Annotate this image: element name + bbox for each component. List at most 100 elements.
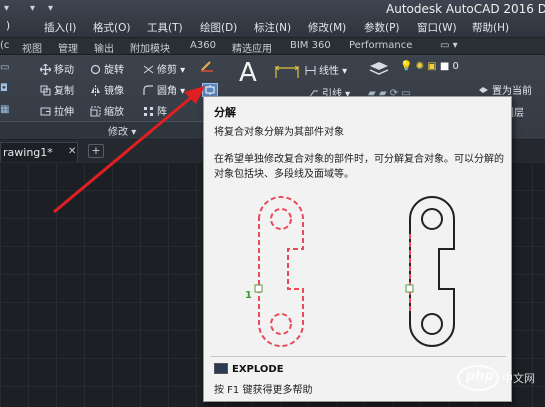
mirror-label: 镜像	[104, 86, 124, 97]
draw-tool-icon-2[interactable]: ◘	[0, 83, 8, 94]
layers-icon	[368, 62, 390, 81]
menu-item-format[interactable]: 格式(O)	[93, 20, 130, 35]
rotate-label: 旋转	[104, 65, 124, 76]
tooltip-illustration: 1	[214, 189, 504, 351]
stretch-label: 拉伸	[54, 107, 74, 118]
tooltip-title: 分解	[214, 106, 236, 119]
modify-panel-label[interactable]: 修改 ▾	[108, 123, 136, 138]
menu-item-insert[interactable]: 插入(I)	[44, 20, 76, 35]
rotate-tool[interactable]: 旋转	[90, 61, 124, 76]
array-tool[interactable]: 阵	[143, 103, 167, 118]
linear-icon	[305, 65, 316, 76]
set-current-icon	[478, 85, 489, 96]
color-swatch-icon: ■	[439, 61, 450, 72]
pencil-icon	[200, 60, 213, 72]
draw-tool-icon-1[interactable]: ▭	[0, 62, 9, 73]
menu-item-help[interactable]: 帮助(H)	[472, 20, 509, 35]
menu-item-truncated[interactable]: )	[6, 20, 10, 32]
tab-a360[interactable]: A360	[190, 40, 216, 51]
original-shape	[409, 196, 455, 347]
explode-button[interactable]	[202, 83, 218, 97]
tab-addins[interactable]: 附加模块	[130, 40, 170, 55]
new-tab-button[interactable]: +	[88, 144, 104, 158]
tab-truncated[interactable]: (c	[0, 40, 9, 51]
watermark: php 中文网	[456, 356, 540, 402]
stretch-tool[interactable]: 拉伸	[40, 103, 74, 118]
set-current-button[interactable]: 置为当前	[478, 82, 532, 97]
sun-icon: ✺	[415, 61, 425, 72]
chevron-down-icon: ▾	[131, 127, 137, 138]
plus-icon: +	[91, 144, 101, 157]
linear-dimension-dropdown[interactable]: 线性 ▾	[305, 62, 347, 77]
array-label: 阵	[157, 107, 167, 118]
ribbon-tabs: (c 视图 管理 输出 附加模块 A360 精选应用 BIM 360 Perfo…	[0, 38, 545, 55]
current-layer: 0	[452, 61, 459, 72]
modify-panel-bar	[0, 121, 210, 139]
menu-item-tools[interactable]: 工具(T)	[147, 20, 183, 35]
draw-tool-icon-3[interactable]: ▦	[0, 104, 9, 115]
menu-item-parametric[interactable]: 参数(P)	[364, 20, 400, 35]
tab-bim360[interactable]: BIM 360	[290, 40, 331, 51]
command-icon	[214, 363, 228, 374]
mirror-tool[interactable]: 镜像	[90, 82, 124, 97]
array-icon	[143, 106, 154, 117]
scale-tool[interactable]: 缩放	[90, 103, 124, 118]
quick-access-dropdown-3[interactable]: ▾	[48, 3, 53, 17]
lightbulb-icon: 💡	[400, 61, 413, 72]
tab-performance[interactable]: Performance	[349, 40, 412, 51]
tab-panel-toggle[interactable]: ▭ ▾	[440, 40, 458, 51]
fillet-icon	[143, 85, 154, 96]
tooltip-command: EXPLODE	[214, 363, 284, 375]
lock-icon: ▣	[427, 61, 437, 72]
autocad-window: { "window": { "title": "Autodesk AutoCAD…	[0, 0, 545, 407]
tab-featured-apps[interactable]: 精选应用	[232, 40, 272, 55]
text-tool-glyph: A	[239, 58, 257, 88]
move-label: 移动	[54, 65, 74, 76]
close-icon[interactable]: ✕	[68, 146, 76, 157]
scale-label: 缩放	[104, 107, 124, 118]
menu-item-dimension[interactable]: 标注(N)	[254, 20, 291, 35]
title-menu-bar: ▾ ▾ ▾ Autodesk AutoCAD 2016 Drawing1.dwg…	[0, 0, 545, 38]
menu-item-modify[interactable]: 修改(M)	[308, 20, 346, 35]
modify-panel-title: 修改	[108, 127, 128, 138]
fillet-tool[interactable]: 圆角 ▾	[143, 82, 185, 97]
quick-access-dropdown-1[interactable]: ▾	[4, 3, 9, 17]
watermark-text: php	[466, 369, 494, 384]
text-tool[interactable]: A	[239, 58, 257, 88]
explode-diagram	[254, 196, 455, 347]
tooltip-subtitle: 将复合对象分解为其部件对象	[214, 127, 344, 138]
stretch-icon	[40, 106, 51, 117]
layer-state-icons[interactable]: 💡 ✺ ▣ ■ 0	[400, 61, 459, 72]
diagram-number: 1	[245, 290, 252, 301]
document-tab-label: rawing1*	[3, 146, 53, 159]
mirror-icon	[90, 85, 101, 96]
tab-manage[interactable]: 管理	[58, 40, 78, 55]
rotate-icon	[90, 64, 101, 75]
trim-icon	[143, 64, 154, 75]
copy-icon	[40, 85, 51, 96]
erase-tool[interactable]	[200, 60, 214, 73]
watermark-subtext: 中文网	[502, 372, 535, 385]
menu-item-draw[interactable]: 绘图(D)	[200, 20, 237, 35]
document-tab-drawing1[interactable]: rawing1* ✕	[0, 142, 78, 162]
move-tool[interactable]: 移动	[39, 61, 74, 76]
copy-tool[interactable]: 复制	[40, 82, 74, 97]
menu-bar: ) 插入(I) 格式(O) 工具(T) 绘图(D) 标注(N) 修改(M) 参数…	[6, 20, 545, 36]
linear-label: 线性	[319, 66, 339, 77]
copy-label: 复制	[54, 86, 74, 97]
dimension-tool[interactable]	[274, 58, 300, 85]
menu-item-window[interactable]: 窗口(W)	[417, 20, 457, 35]
grip-right	[405, 284, 414, 293]
exploded-shape	[258, 196, 304, 347]
layer-properties-button[interactable]	[368, 60, 390, 81]
tab-output[interactable]: 输出	[94, 40, 114, 55]
command-name: EXPLODE	[232, 364, 284, 375]
scale-icon	[90, 106, 101, 117]
quick-access-dropdown-2[interactable]: ▾	[30, 3, 35, 17]
grip-left	[254, 284, 263, 293]
tooltip-description: 在希望单独修改复合对象的部件时，可分解复合对象。可以分解的对象包括块、多段线及面…	[214, 154, 504, 180]
dimension-icon	[274, 65, 300, 85]
tab-view[interactable]: 视图	[22, 40, 42, 55]
tooltip-help: 按 F1 键获得更多帮助	[214, 385, 313, 396]
trim-tool[interactable]: 修剪 ▾	[143, 61, 185, 76]
